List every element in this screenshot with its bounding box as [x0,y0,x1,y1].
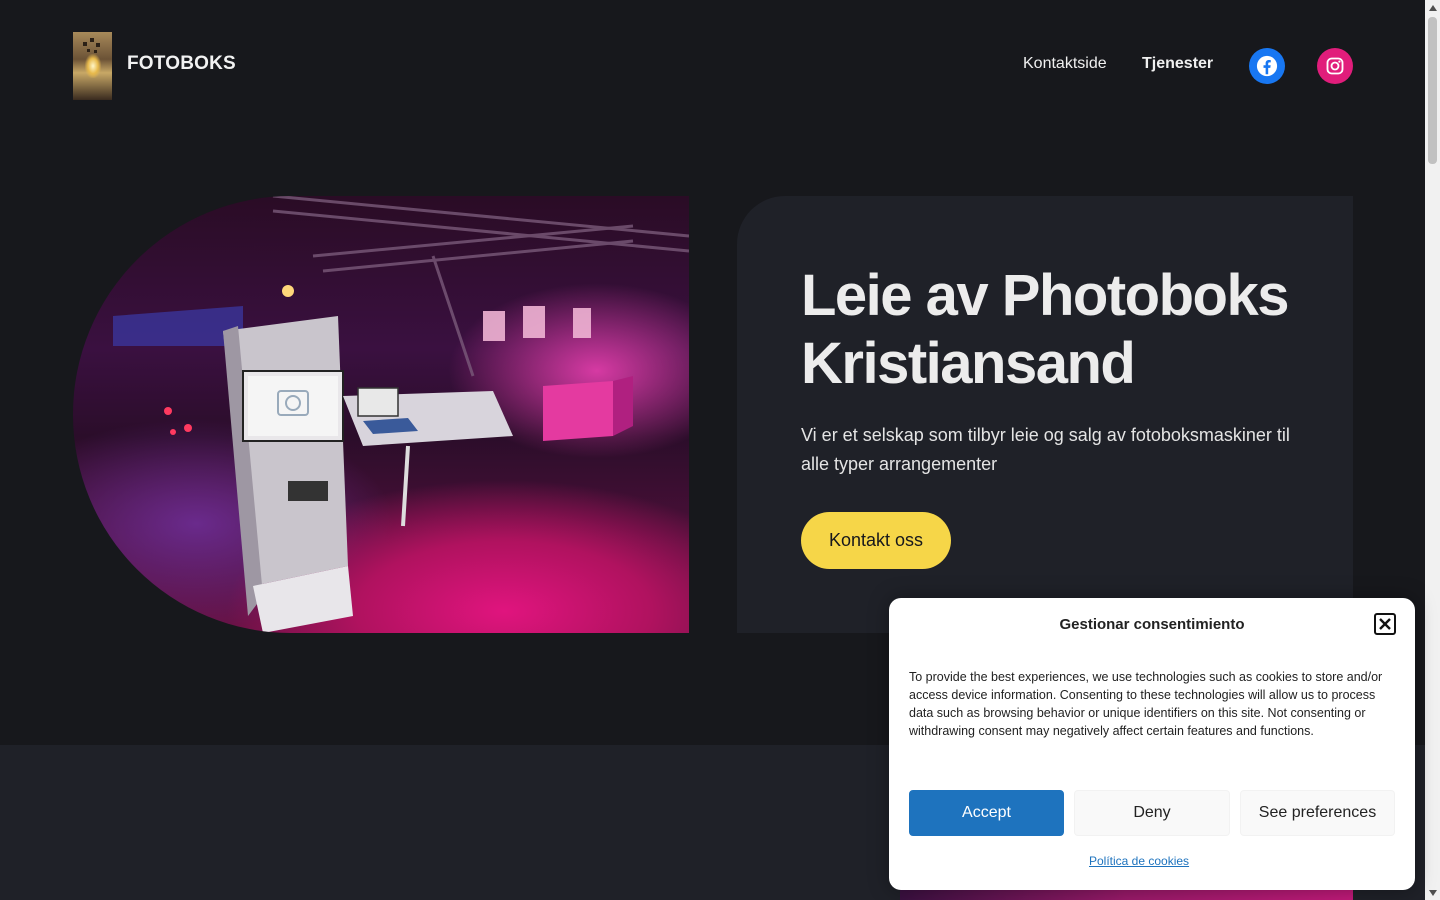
cookie-policy-link[interactable]: Política de cookies [1089,854,1189,868]
hero-description: Vi er et selskap som tilbyr leie og salg… [801,425,1290,474]
close-icon [1379,618,1391,630]
page-scrollbar[interactable] [1425,0,1440,900]
accept-button[interactable]: Accept [909,790,1064,836]
hero-photo-booth-image [73,196,689,633]
facebook-link[interactable] [1249,48,1285,84]
page: FOTOBOKS Kontaktside Tjenester Leie av P… [0,0,1440,900]
instagram-icon [1326,57,1344,75]
cookie-consent-dialog: Gestionar consentimiento To provide the … [889,598,1415,890]
facebook-icon [1256,55,1278,77]
scroll-up-arrow-icon[interactable] [1425,0,1440,15]
cookie-dialog-body: To provide the best experiences, we use … [909,670,1383,738]
close-button[interactable] [1374,613,1396,635]
scrollbar-thumb[interactable] [1428,17,1437,164]
site-title[interactable]: FOTOBOKS [127,53,236,75]
nav-link-kontaktside[interactable]: Kontaktside [1023,55,1107,73]
deny-button[interactable]: Deny [1074,790,1230,836]
see-preferences-button[interactable]: See preferences [1240,790,1395,836]
logo-flare [85,54,101,78]
nav-link-tjenester[interactable]: Tjenester [1142,55,1213,73]
contact-us-button[interactable]: Kontakt oss [801,512,951,569]
cookie-dialog-title: Gestionar consentimiento [1059,616,1245,633]
instagram-link[interactable] [1317,48,1353,84]
scroll-down-arrow-icon[interactable] [1425,885,1440,900]
site-logo[interactable] [73,32,112,100]
hero-title: Leie av Photoboks Kristiansand [801,263,1289,396]
